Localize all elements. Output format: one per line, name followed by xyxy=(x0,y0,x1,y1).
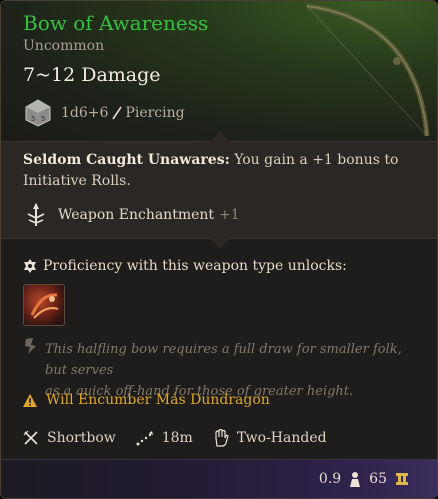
enchantment-line1: You gain a +1 bonus to xyxy=(229,152,399,168)
damage-detail-row: 5 5 1d6+6 Piercing xyxy=(23,97,185,129)
item-damage: 7~12 Damage xyxy=(23,64,161,86)
property-range-label: 18m xyxy=(161,430,193,446)
property-handedness[interactable]: Two-Handed xyxy=(213,429,327,447)
item-value: 65 xyxy=(369,471,387,487)
item-weight: 0.9 xyxy=(318,471,342,487)
property-handedness-label: Two-Handed xyxy=(236,430,327,446)
property-range[interactable]: 18m xyxy=(136,430,193,446)
enchant-icon xyxy=(27,203,45,226)
property-type[interactable]: Shortbow xyxy=(23,430,116,446)
shortbow-icon xyxy=(23,430,38,445)
svg-text:5: 5 xyxy=(31,115,35,123)
proficiency-row: Proficiency with this weapon type unlock… xyxy=(23,255,347,277)
proficiency-icon xyxy=(24,259,36,273)
enchantment-line2: Initiative Rolls. xyxy=(23,173,131,189)
encumbrance-warning: Will Encumber Más Dundragon xyxy=(23,390,270,410)
two-handed-icon xyxy=(215,429,229,447)
flavor-icon xyxy=(25,338,36,354)
weight-icon xyxy=(350,472,361,487)
passive-bonus: +1 xyxy=(219,207,240,223)
warning-icon xyxy=(23,393,37,407)
enchantment-title: Seldom Caught Unawares: xyxy=(23,152,230,168)
property-type-label: Shortbow xyxy=(47,430,116,446)
die-icon: 5 5 xyxy=(25,99,51,127)
flavor-line1: This halfling bow requires a full draw f… xyxy=(45,342,402,378)
svg-text:5: 5 xyxy=(41,115,45,123)
bow-artwork xyxy=(306,3,430,137)
enchantment-description: Seldom Caught Unawares: You gain a +1 bo… xyxy=(23,150,423,192)
skill-art xyxy=(30,293,59,319)
item-tooltip: Bow of Awareness Uncommon 7~12 Damage 5 … xyxy=(0,0,438,499)
passive-weapon-enchantment[interactable]: Weapon Enchantment +1 xyxy=(23,201,240,229)
passive-label: Weapon Enchantment xyxy=(58,207,215,223)
warning-text: Will Encumber Más Dundragon xyxy=(46,392,270,408)
weapon-properties: Shortbow 18m Two-Handed xyxy=(23,427,347,449)
proficiency-text: Proficiency with this weapon type unlock… xyxy=(43,258,347,274)
unlock-skill-icon[interactable] xyxy=(23,284,65,326)
gold-icon xyxy=(396,473,408,485)
damage-dice: 1d6+6 xyxy=(61,105,109,121)
footer-stats: 0.9 65 xyxy=(319,469,417,489)
item-name: Bow of Awareness xyxy=(23,11,209,35)
item-rarity: Uncommon xyxy=(23,38,105,54)
piercing-icon xyxy=(112,106,123,120)
range-icon xyxy=(136,431,153,446)
damage-type: Piercing xyxy=(125,105,185,121)
